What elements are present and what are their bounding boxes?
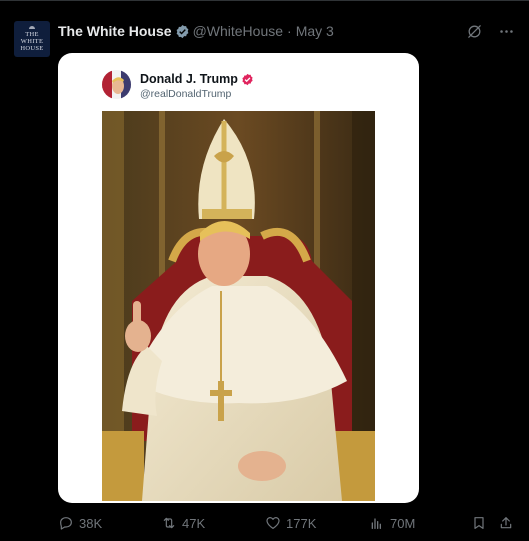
seal-icon [29, 26, 35, 29]
views-icon [371, 518, 381, 529]
bookmark-icon [474, 517, 484, 529]
like-button[interactable]: 177K [265, 515, 316, 531]
quoted-handle: @realDonaldTrump [140, 88, 232, 100]
tweet[interactable]: THE WHITE HOUSE The White House @WhiteHo… [0, 0, 529, 541]
pink-verified-badge-icon [241, 73, 254, 86]
tweet-top-icons [465, 22, 515, 40]
reply-icon [60, 517, 72, 530]
reply-count: 38K [79, 515, 103, 531]
avatar-text-line-1: THE [25, 31, 39, 38]
avatar-text-line-3: HOUSE [20, 45, 44, 52]
repost-count: 47K [182, 515, 206, 531]
repost-icon [163, 517, 175, 529]
quoted-name: Donald J. Trump [140, 72, 254, 86]
quoted-post-image[interactable]: Donald J. Trump @realDonaldTrump [58, 53, 419, 503]
more-icon[interactable] [497, 22, 515, 40]
author-name[interactable]: The White House [58, 23, 172, 39]
tweet-header: The White House @WhiteHouse · May 3 [58, 21, 334, 41]
tweet-actions: 38K 47K 177K 70M [58, 515, 515, 533]
pope-portrait-image [102, 111, 375, 501]
author-handle[interactable]: @WhiteHouse [193, 23, 283, 39]
share-icon [500, 517, 512, 529]
grok-icon[interactable] [465, 22, 483, 40]
like-count: 177K [286, 515, 317, 531]
separator-dot: · [287, 23, 292, 39]
white-house-avatar[interactable]: THE WHITE HOUSE [14, 21, 50, 57]
views-button[interactable]: 70M [369, 515, 415, 531]
views-count: 70M [390, 515, 416, 531]
quoted-avatar [102, 70, 131, 99]
share-button[interactable] [498, 515, 514, 531]
gray-verified-badge-icon [175, 24, 190, 39]
avatar-text-line-2: WHITE [20, 38, 44, 45]
tweet-date[interactable]: May 3 [296, 23, 334, 39]
bookmark-button[interactable] [471, 515, 487, 531]
repost-button[interactable]: 47K [161, 515, 205, 531]
heart-icon [266, 517, 280, 529]
quoted-name-text: Donald J. Trump [140, 72, 238, 86]
reply-button[interactable]: 38K [58, 515, 102, 531]
